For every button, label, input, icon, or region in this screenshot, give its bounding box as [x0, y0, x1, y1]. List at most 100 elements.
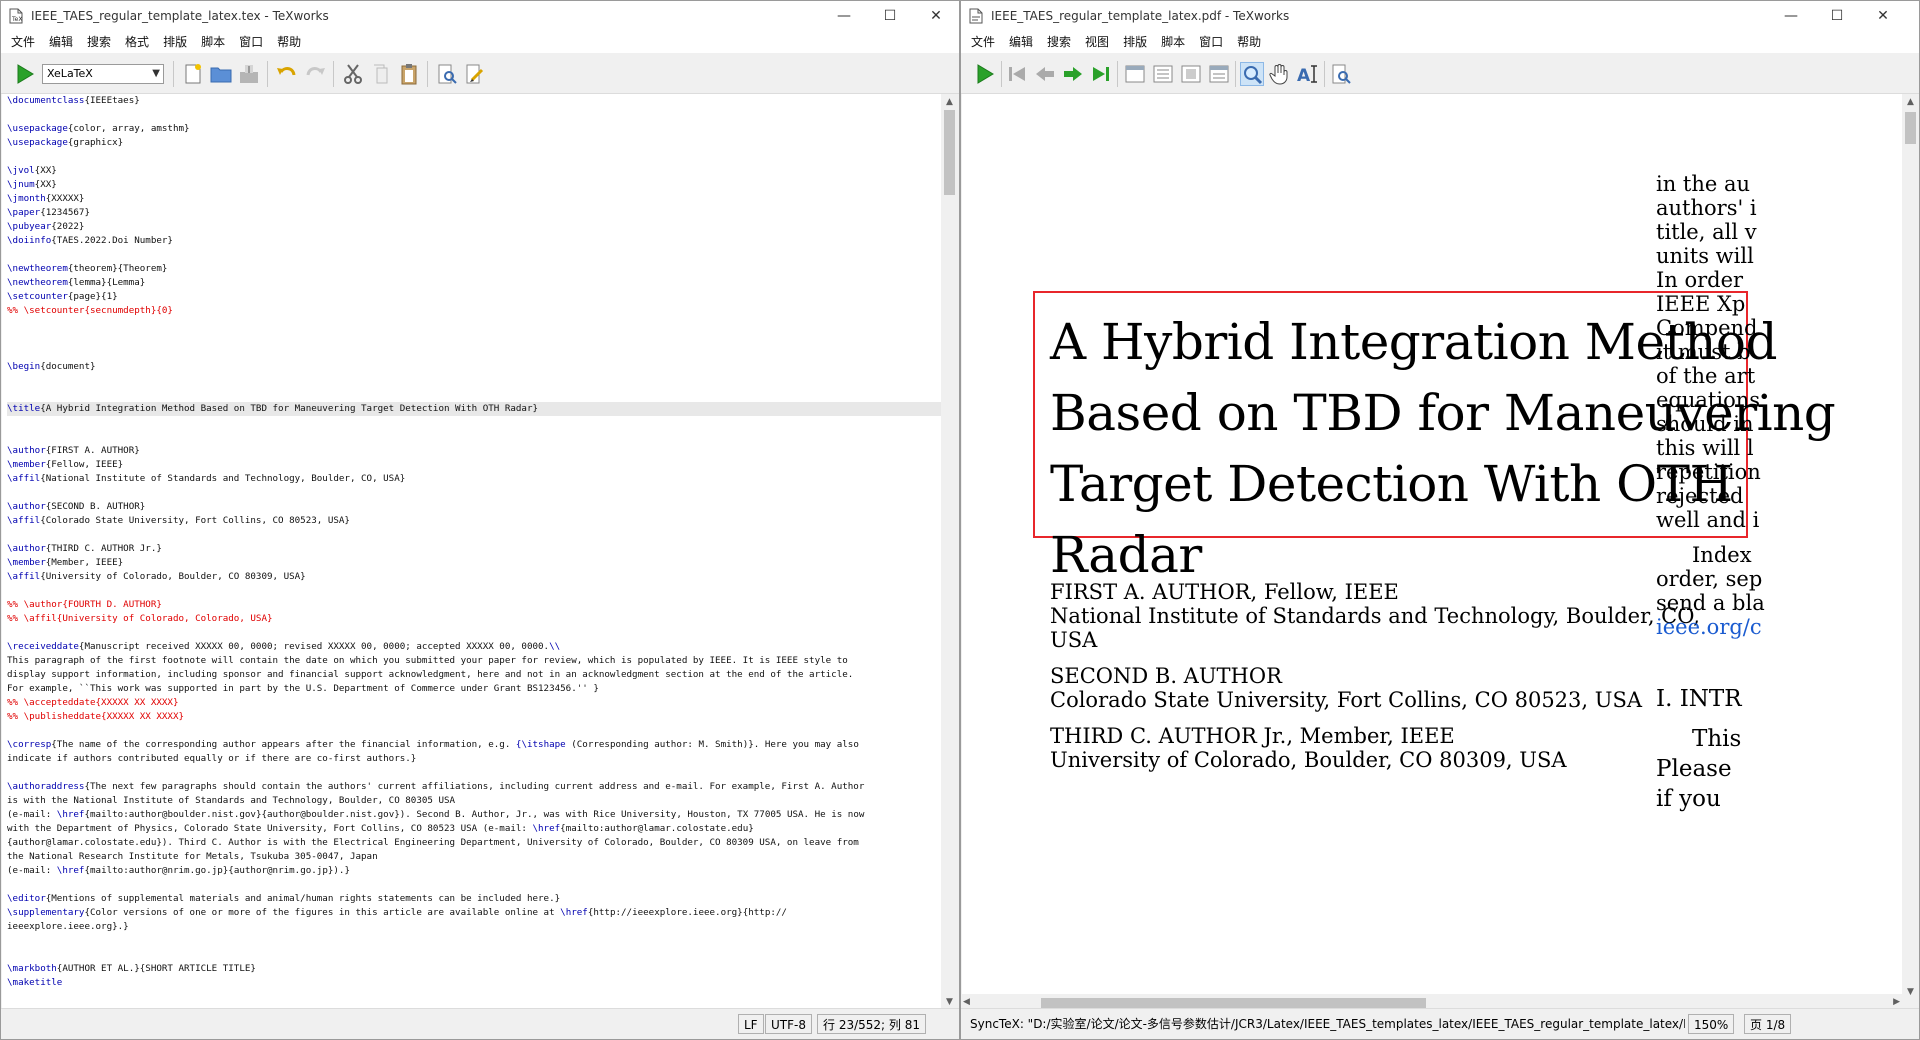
menu-edit[interactable]: 编辑	[1002, 31, 1040, 53]
cut-button[interactable]	[341, 62, 365, 86]
abstract-line: authors' i	[1656, 196, 1757, 220]
author3-name: THIRD C. AUTHOR Jr., Member, IEEE	[1050, 724, 1455, 748]
scroll-up-arrow[interactable]: ▲	[941, 94, 958, 111]
tex-file-icon: TeX	[9, 8, 23, 24]
close-button[interactable]: ✕	[1860, 1, 1906, 31]
page-indicator[interactable]: 页 1/8	[1744, 1014, 1792, 1034]
open-file-button[interactable]	[209, 62, 233, 86]
find-button[interactable]	[1329, 62, 1353, 86]
pdf-viewer[interactable]: A Hybrid Integration Method Based on TBD…	[962, 94, 1902, 1001]
menu-view[interactable]: 视图	[1078, 31, 1116, 53]
menu-edit[interactable]: 编辑	[42, 31, 80, 53]
encoding-indicator[interactable]: UTF-8	[765, 1014, 812, 1034]
previous-page-button[interactable]	[1033, 62, 1057, 86]
menu-file[interactable]: 文件	[964, 31, 1002, 53]
pdf-vertical-scrollbar[interactable]: ▲ ▼	[1902, 94, 1919, 1001]
menu-format[interactable]: 格式	[118, 31, 156, 53]
abstract-line: Compend	[1656, 316, 1758, 340]
code-editor[interactable]: \documentclass{IEEEtaes} \usepackage{col…	[2, 94, 942, 1011]
chevron-down-icon: ▼	[152, 68, 160, 79]
copy-button[interactable]	[369, 62, 393, 86]
scroll-up-arrow[interactable]: ▲	[1902, 94, 1919, 111]
code-line: \jvol{XX}	[7, 165, 57, 176]
fit-window-button[interactable]	[1207, 62, 1231, 86]
clipboard-icon	[401, 64, 417, 85]
typeset-engine-select[interactable]: XeLaTeX ▼	[42, 64, 164, 84]
arrow-left-icon	[1036, 67, 1054, 81]
zoom-level[interactable]: 150%	[1688, 1014, 1735, 1034]
pdf-titlebar[interactable]: IEEE_TAES_regular_template_latex.pdf - T…	[961, 1, 1919, 31]
menu-window[interactable]: 窗口	[1192, 31, 1230, 53]
minimize-button[interactable]: —	[1768, 1, 1814, 31]
code-lines: \documentclass{IEEEtaes} \usepackage{col…	[2, 94, 942, 990]
scroll-thumb[interactable]	[1905, 112, 1916, 144]
editor-vertical-scrollbar[interactable]: ▲ ▼	[941, 94, 958, 1011]
menu-typeset[interactable]: 排版	[1116, 31, 1154, 53]
code-line: This paragraph of the first footnote wil…	[7, 655, 848, 666]
scroll-down-arrow[interactable]: ▼	[1902, 984, 1919, 1001]
save-button[interactable]	[237, 62, 261, 86]
svg-text:A: A	[1297, 66, 1311, 86]
first-page-button[interactable]	[1005, 62, 1029, 86]
code-line: For example, ``This work was supported i…	[7, 683, 599, 694]
editor-window-title: IEEE_TAES_regular_template_latex.tex - T…	[31, 9, 329, 23]
abstract-line: units will	[1656, 244, 1754, 268]
select-text-button[interactable]: A	[1296, 62, 1320, 86]
menu-search[interactable]: 搜索	[80, 31, 118, 53]
maximize-button[interactable]: ☐	[867, 1, 913, 31]
typeset-button[interactable]	[973, 62, 997, 86]
menu-typeset[interactable]: 排版	[156, 31, 194, 53]
synctex-status: SyncTeX: "D:/实验室/论文/论文-多信号参数估计/JCR3/Late…	[965, 1014, 1685, 1034]
actual-size-button[interactable]	[1123, 62, 1147, 86]
typeset-button[interactable]	[13, 62, 37, 86]
code-line: (e-mail: \href{mailto:author@boulder.nis…	[7, 809, 865, 820]
fit-width-button[interactable]	[1151, 62, 1175, 86]
author1-affiliation: National Institute of Standards and Tech…	[1050, 604, 1700, 628]
next-page-button[interactable]	[1061, 62, 1085, 86]
index-terms-line: order, sep	[1656, 567, 1763, 591]
pdf-window-title: IEEE_TAES_regular_template_latex.pdf - T…	[991, 9, 1290, 23]
maximize-button[interactable]: ☐	[1814, 1, 1860, 31]
folder-icon	[210, 67, 232, 83]
abstract-line: rejected	[1656, 484, 1744, 508]
scissors-icon	[344, 64, 362, 84]
menu-window[interactable]: 窗口	[232, 31, 270, 53]
undo-button[interactable]	[275, 62, 299, 86]
redo-button[interactable]	[303, 62, 327, 86]
replace-button[interactable]	[463, 62, 487, 86]
fit-page-button[interactable]	[1179, 62, 1203, 86]
replace-icon	[466, 64, 484, 84]
code-line: \maketitle	[7, 977, 63, 988]
menu-scripts[interactable]: 脚本	[194, 31, 232, 53]
body-text-line: Please	[1656, 756, 1732, 782]
paste-button[interactable]	[397, 62, 421, 86]
abstract-line: should in	[1656, 412, 1754, 436]
new-file-button[interactable]	[181, 62, 205, 86]
line-ending-indicator[interactable]: LF	[738, 1014, 764, 1034]
find-button[interactable]	[435, 62, 459, 86]
menu-file[interactable]: 文件	[4, 31, 42, 53]
close-button[interactable]: ✕	[913, 1, 959, 31]
scroll-thumb[interactable]	[1041, 998, 1426, 1008]
last-page-button[interactable]	[1089, 62, 1113, 86]
magnifier-tool-button[interactable]	[1240, 62, 1264, 86]
scroll-thumb[interactable]	[944, 110, 955, 195]
hand-icon	[1269, 64, 1288, 85]
scroll-tool-button[interactable]	[1268, 62, 1292, 86]
menu-scripts[interactable]: 脚本	[1154, 31, 1192, 53]
editor-titlebar[interactable]: TeX IEEE_TAES_regular_template_latex.tex…	[1, 1, 959, 31]
menu-search[interactable]: 搜索	[1040, 31, 1078, 53]
code-line: \pubyear{2022}	[7, 221, 85, 232]
redo-icon	[306, 67, 325, 76]
minimize-button[interactable]: —	[821, 1, 867, 31]
play-icon	[977, 64, 994, 84]
menu-help[interactable]: 帮助	[270, 31, 308, 53]
menu-help[interactable]: 帮助	[1230, 31, 1268, 53]
code-line: \author{FIRST A. AUTHOR}	[7, 445, 140, 456]
index-terms-link[interactable]: ieee.org/c	[1656, 615, 1762, 639]
